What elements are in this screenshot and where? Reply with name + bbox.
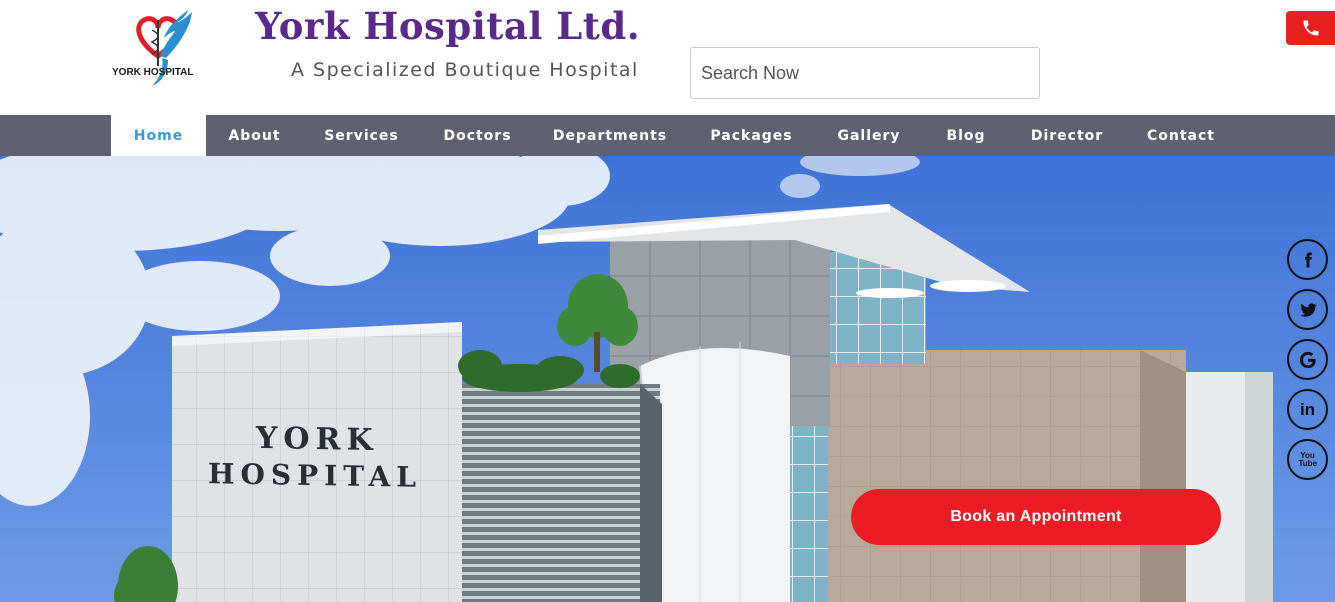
facebook-link[interactable] bbox=[1287, 239, 1328, 280]
linkedin-icon: in bbox=[1299, 400, 1316, 419]
twitter-icon bbox=[1299, 302, 1317, 317]
nav-item-director[interactable]: Director bbox=[1012, 115, 1122, 156]
phone-button[interactable] bbox=[1286, 11, 1335, 45]
nav-items: Home About Services Doctors Departments … bbox=[111, 115, 1240, 156]
nav-item-blog[interactable]: Blog bbox=[920, 115, 1012, 156]
search-input[interactable] bbox=[690, 47, 1040, 99]
nav-item-contact[interactable]: Contact bbox=[1122, 115, 1240, 156]
twitter-link[interactable] bbox=[1287, 289, 1328, 330]
book-appointment-button[interactable]: Book an Appointment bbox=[851, 489, 1221, 545]
nav-item-doctors[interactable]: Doctors bbox=[420, 115, 535, 156]
nav-item-about[interactable]: About bbox=[206, 115, 303, 156]
site-tagline: A Specialized Boutique Hospital bbox=[291, 59, 639, 81]
site-title[interactable]: York Hospital Ltd. bbox=[255, 4, 640, 48]
nav-item-home[interactable]: Home bbox=[111, 115, 206, 156]
phone-icon bbox=[1303, 20, 1318, 36]
building-sign-line1: YORK bbox=[256, 420, 379, 459]
youtube-link[interactable]: You Tube bbox=[1287, 439, 1328, 480]
nav-item-departments[interactable]: Departments bbox=[535, 115, 685, 156]
logo-text: YORK HOSPITAL bbox=[112, 67, 194, 78]
building-sign-line2: HOSPITAL bbox=[208, 457, 422, 494]
google-link[interactable] bbox=[1287, 339, 1328, 380]
nav-item-gallery[interactable]: Gallery bbox=[818, 115, 920, 156]
nav-item-packages[interactable]: Packages bbox=[685, 115, 818, 156]
main-nav: Home About Services Doctors Departments … bbox=[0, 115, 1335, 156]
linkedin-link[interactable]: in bbox=[1287, 389, 1328, 430]
facebook-icon bbox=[1304, 252, 1312, 267]
nav-item-services[interactable]: Services bbox=[303, 115, 420, 156]
youtube-icon: You Tube bbox=[1298, 450, 1318, 468]
site-header: YORK HOSPITAL York Hospital Ltd. A Speci… bbox=[0, 0, 1335, 115]
google-icon bbox=[1299, 351, 1316, 368]
